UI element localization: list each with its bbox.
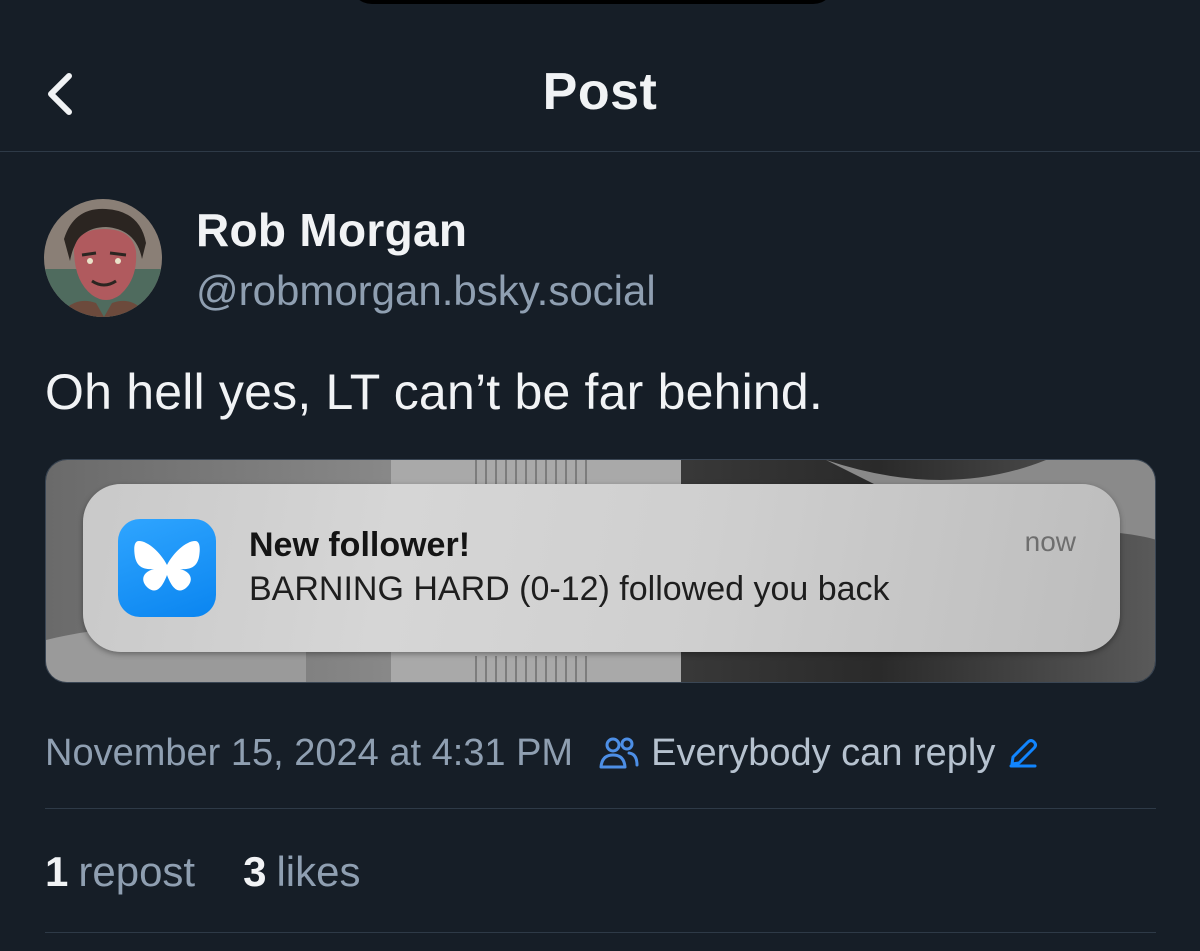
post-text: Oh hell yes, LT can’t be far behind. [45, 364, 824, 420]
post-thread-screen: Post Rob Morgan @robmorgan.bsky.social O… [0, 0, 1200, 951]
people-icon [599, 735, 639, 771]
post-meta-row: November 15, 2024 at 4:31 PM Everybody c… [45, 728, 1039, 778]
avatar-illustration [44, 199, 162, 317]
reposts-stat[interactable]: 1 repost [45, 848, 195, 896]
notification-title: New follower! [249, 526, 471, 564]
avatar[interactable] [44, 199, 162, 317]
notification-card: New follower! BARNING HARD (0-12) follow… [83, 484, 1120, 652]
notification-time: now [1024, 526, 1076, 557]
likes-label: likes [276, 848, 361, 895]
divider [45, 932, 1156, 933]
author-handle[interactable]: @robmorgan.bsky.social [196, 267, 656, 315]
reposts-count: 1 [45, 848, 69, 895]
divider [45, 808, 1156, 809]
post-image-embed[interactable]: New follower! BARNING HARD (0-12) follow… [45, 459, 1156, 683]
likes-stat[interactable]: 3 likes [243, 848, 360, 896]
notification-body: BARNING HARD (0-12) followed you back [249, 570, 890, 608]
post-timestamp: November 15, 2024 at 4:31 PM [45, 731, 574, 774]
app-icon [118, 519, 216, 617]
bluesky-butterfly-icon [134, 541, 200, 591]
pencil-icon[interactable] [1007, 737, 1039, 769]
likes-count: 3 [243, 848, 267, 895]
reply-setting[interactable]: Everybody can reply [651, 732, 995, 775]
author-name[interactable]: Rob Morgan [196, 203, 467, 257]
engagement-stats: 1 repost 3 likes [45, 847, 360, 897]
reposts-label: repost [78, 848, 196, 895]
top-bar: Post [0, 0, 1200, 152]
page-title: Post [542, 63, 658, 121]
